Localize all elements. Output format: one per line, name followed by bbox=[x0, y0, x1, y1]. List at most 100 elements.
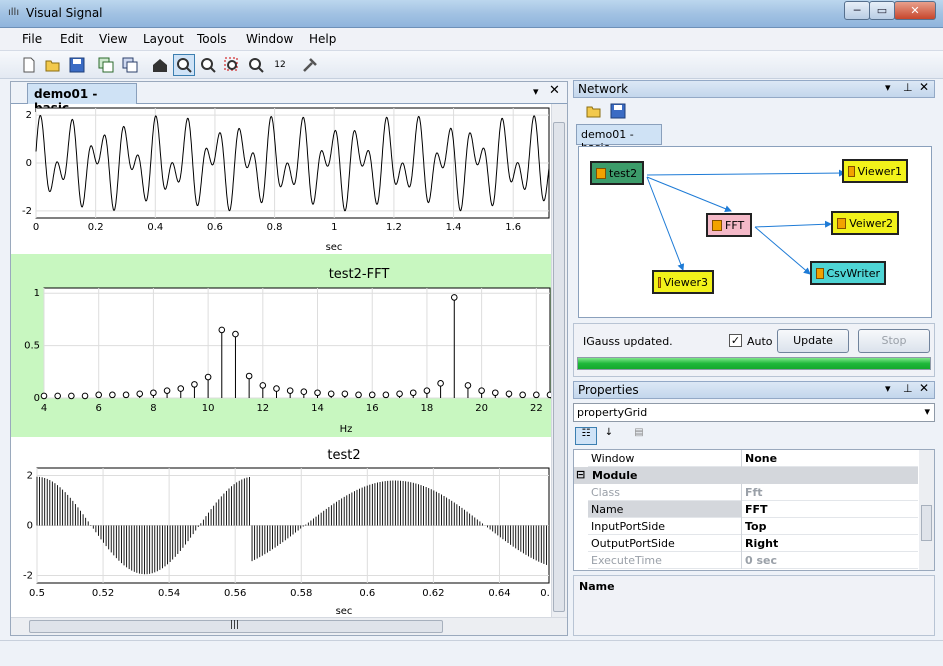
save-icon[interactable] bbox=[609, 102, 627, 120]
zoom-out-icon[interactable] bbox=[197, 54, 219, 76]
edge-test2-viewer1 bbox=[646, 169, 846, 177]
plot3-ytick: 2 bbox=[27, 471, 33, 482]
menu-layout[interactable]: Layout bbox=[143, 32, 184, 46]
property-value: FFT bbox=[742, 501, 918, 517]
node-viewer3[interactable]: Viewer3 bbox=[652, 270, 714, 294]
copy-image-icon[interactable] bbox=[95, 54, 117, 76]
property-key: OutputPortSide bbox=[591, 537, 675, 550]
menu-file[interactable]: File bbox=[22, 32, 42, 46]
property-value: Right bbox=[745, 537, 779, 550]
auto-checkbox[interactable]: ✓ bbox=[729, 334, 742, 347]
close-icon[interactable]: ✕ bbox=[549, 83, 560, 98]
plot3-xtick: 0.62 bbox=[422, 588, 444, 599]
pin-icon[interactable]: ⊥ bbox=[903, 81, 913, 94]
open-icon[interactable] bbox=[585, 102, 603, 120]
menu-edit[interactable]: Edit bbox=[60, 32, 83, 46]
home-icon[interactable] bbox=[149, 54, 171, 76]
fft-point bbox=[355, 391, 362, 399]
node-test2[interactable]: test2 bbox=[590, 161, 644, 185]
tab-demo01-basic[interactable]: demo01 - basic bbox=[27, 83, 137, 115]
plot2-xtick: 20 bbox=[475, 403, 488, 414]
vertical-scroll-thumb[interactable] bbox=[553, 122, 565, 612]
node-veiwer2[interactable]: Veiwer2 bbox=[831, 211, 899, 235]
tools-icon[interactable] bbox=[299, 54, 321, 76]
fft-point bbox=[519, 391, 526, 399]
property-row-class[interactable]: Class Fft bbox=[588, 484, 918, 501]
plot2-xtick: 16 bbox=[366, 403, 379, 414]
node-label: test2 bbox=[609, 166, 638, 180]
minimize-button[interactable]: ─ bbox=[844, 1, 870, 20]
status-message: IGauss updated. bbox=[583, 335, 673, 348]
property-row-executetime[interactable]: ExecuteTime 0 sec bbox=[588, 552, 918, 569]
alphabetical-icon[interactable]: ↓ bbox=[599, 427, 619, 445]
node-icon bbox=[837, 217, 847, 229]
close-icon[interactable]: ✕ bbox=[919, 381, 929, 395]
status-bar bbox=[0, 640, 943, 666]
plot3-xtick: 0.54 bbox=[158, 588, 180, 599]
fft-point bbox=[245, 372, 253, 380]
properties-title: Properties bbox=[578, 383, 639, 397]
category-label: Module bbox=[592, 469, 638, 482]
property-row-window[interactable]: Window None bbox=[588, 450, 918, 467]
plot2-xtick: 4 bbox=[41, 403, 47, 414]
plot1-ytick: 2 bbox=[26, 110, 32, 121]
property-category-module[interactable]: ⊟ Module bbox=[574, 467, 918, 484]
node-icon bbox=[596, 167, 606, 179]
chevron-down-icon[interactable]: ▾ bbox=[885, 81, 891, 94]
plot1-xtick: 0.6 bbox=[207, 222, 223, 233]
zoom-area-icon[interactable] bbox=[221, 54, 243, 76]
new-icon[interactable] bbox=[18, 54, 40, 76]
property-row-outputportside[interactable]: OutputPortSide Right bbox=[588, 535, 918, 552]
stop-button[interactable]: Stop bbox=[858, 329, 930, 353]
fft-point bbox=[382, 391, 390, 399]
categorized-icon[interactable]: ☷ bbox=[575, 427, 597, 445]
node-viewer1[interactable]: Viewer1 bbox=[842, 159, 908, 183]
fft-point bbox=[204, 373, 212, 381]
edge-test2-fft bbox=[646, 176, 732, 212]
property-value: 0 sec bbox=[745, 554, 778, 567]
menu-tools[interactable]: Tools bbox=[197, 32, 227, 46]
properties-title-bar: Properties ▾ ⊥ ✕ bbox=[573, 381, 935, 399]
tab-network-demo01[interactable]: demo01 - basic bbox=[576, 124, 662, 154]
menu-view[interactable]: View bbox=[99, 32, 127, 46]
menu-help[interactable]: Help bbox=[309, 32, 336, 46]
fft-point bbox=[450, 294, 458, 301]
property-row-name[interactable]: Name FFT bbox=[588, 501, 918, 518]
open-icon[interactable] bbox=[42, 54, 64, 76]
zoom-icon[interactable] bbox=[173, 54, 195, 76]
node-csvwriter[interactable]: CsvWriter bbox=[810, 261, 886, 285]
plot2-xtick: 6 bbox=[96, 403, 102, 414]
property-key: InputPortSide bbox=[591, 520, 666, 533]
node-fft[interactable]: FFT bbox=[706, 213, 752, 237]
property-key: ExecuteTime bbox=[591, 554, 662, 567]
fft-point bbox=[95, 391, 103, 399]
property-object-select[interactable]: propertyGrid ▾ bbox=[573, 403, 935, 422]
fft-point bbox=[327, 390, 335, 398]
property-pages-icon[interactable]: ▤ bbox=[629, 427, 649, 445]
fft-point bbox=[259, 382, 267, 389]
property-grid-scrollbar[interactable] bbox=[919, 450, 934, 570]
fft-point bbox=[464, 382, 472, 389]
horizontal-scroll-thumb[interactable]: ||| bbox=[29, 620, 443, 633]
pin-icon[interactable]: ⊥ bbox=[903, 382, 913, 395]
maximize-button[interactable]: ▭ bbox=[869, 1, 895, 20]
axis-icon[interactable]: 12 bbox=[269, 54, 291, 76]
scroll-thumb[interactable] bbox=[921, 505, 932, 541]
copy-data-icon[interactable] bbox=[119, 54, 141, 76]
plot3-xlabel: sec bbox=[336, 606, 353, 617]
fft-point bbox=[150, 389, 157, 397]
close-button[interactable]: ✕ bbox=[894, 1, 936, 20]
chevron-down-icon[interactable]: ▾ bbox=[885, 382, 891, 395]
collapse-icon[interactable]: ⊟ bbox=[576, 468, 585, 481]
title-bar: ıllı Visual Signal ─ ▭ ✕ bbox=[0, 0, 943, 28]
update-button[interactable]: Update bbox=[777, 329, 849, 353]
plot1-xtick: 0.4 bbox=[147, 222, 163, 233]
zoom-fit-icon[interactable] bbox=[245, 54, 267, 76]
property-row-inputportside[interactable]: InputPortSide Top bbox=[588, 518, 918, 535]
save-icon[interactable] bbox=[66, 54, 88, 76]
menu-window[interactable]: Window bbox=[246, 32, 293, 46]
fft-point bbox=[533, 391, 540, 399]
chevron-down-icon[interactable]: ▾ bbox=[533, 85, 539, 98]
close-icon[interactable]: ✕ bbox=[919, 80, 929, 94]
property-key: Window bbox=[591, 452, 635, 465]
